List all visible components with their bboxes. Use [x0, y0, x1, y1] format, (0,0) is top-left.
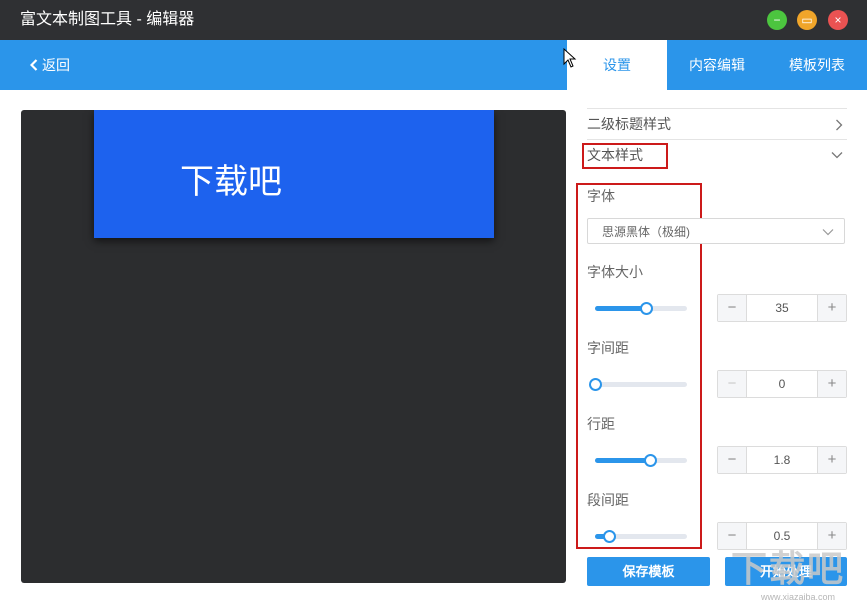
slider-knob[interactable] — [644, 454, 658, 467]
tab-content-edit[interactable]: 内容编辑 — [667, 40, 767, 90]
increment-button[interactable]: + — [817, 447, 846, 473]
font-size-slider[interactable] — [595, 302, 687, 315]
decrement-button[interactable]: − — [718, 523, 747, 549]
mouse-cursor-icon — [563, 48, 577, 68]
maximize-icon: ▭ — [801, 13, 813, 27]
tab-template-list[interactable]: 模板列表 — [767, 40, 867, 90]
preview-canvas[interactable]: 下载吧 — [21, 110, 566, 583]
preview-text[interactable]: 下载吧 — [180, 154, 282, 203]
paragraph-spacing-stepper[interactable]: − 0.5 + — [717, 522, 847, 550]
increment-button[interactable]: + — [817, 523, 846, 549]
slider-knob[interactable] — [639, 302, 653, 315]
app-title: 富文本制图工具 - 编辑器 — [20, 11, 195, 28]
section-subheading-style[interactable]: 二级标题样式 — [587, 108, 847, 140]
increment-button[interactable]: + — [817, 295, 846, 321]
toolbar: 返回 设置 内容编辑 模板列表 — [0, 40, 867, 90]
chevron-down-icon — [822, 229, 834, 236]
letter-spacing-slider[interactable] — [589, 378, 687, 391]
paragraph-spacing-label: 段间距 — [587, 492, 629, 508]
chevron-down-icon — [831, 152, 843, 159]
line-height-value[interactable]: 1.8 — [747, 447, 817, 473]
chevron-right-icon — [836, 119, 843, 131]
start-processing-button[interactable]: 开始处理 — [725, 557, 847, 586]
section-label: 二级标题样式 — [587, 116, 671, 132]
increment-button[interactable]: + — [817, 371, 846, 397]
paragraph-spacing-slider[interactable] — [595, 530, 687, 543]
decrement-button[interactable]: − — [718, 295, 747, 321]
font-size-value[interactable]: 35 — [747, 295, 817, 321]
tab-settings[interactable]: 设置 — [567, 40, 667, 90]
letter-spacing-stepper[interactable]: − 0 + — [717, 370, 847, 398]
back-label: 返回 — [42, 57, 70, 73]
preview-block[interactable]: 下载吧 — [94, 110, 494, 238]
font-select-value: 思源黑体（极细) — [602, 225, 690, 239]
font-select[interactable]: 思源黑体（极细) — [587, 218, 845, 244]
decrement-button[interactable]: − — [718, 371, 747, 397]
back-button[interactable]: 返回 — [29, 40, 70, 90]
minimize-button[interactable]: − — [767, 10, 787, 30]
slider-fill — [595, 306, 646, 311]
chevron-left-icon — [29, 59, 38, 71]
font-label: 字体 — [587, 188, 615, 204]
settings-panel: 二级标题样式 文本样式 字体 思源黑体（极细) 字体大小 − 35 + 字间距 … — [567, 90, 867, 605]
paragraph-spacing-value[interactable]: 0.5 — [747, 523, 817, 549]
close-icon: × — [834, 13, 842, 27]
close-button[interactable]: × — [828, 10, 848, 30]
font-size-label: 字体大小 — [587, 264, 643, 280]
maximize-button[interactable]: ▭ — [797, 10, 817, 30]
line-height-label: 行距 — [587, 416, 615, 432]
decrement-button[interactable]: − — [718, 447, 747, 473]
letter-spacing-label: 字间距 — [587, 340, 629, 356]
section-text-style[interactable]: 文本样式 — [587, 140, 847, 170]
line-height-stepper[interactable]: − 1.8 + — [717, 446, 847, 474]
font-size-stepper[interactable]: − 35 + — [717, 294, 847, 322]
letter-spacing-value[interactable]: 0 — [747, 371, 817, 397]
line-height-slider[interactable] — [595, 454, 687, 467]
section-label: 文本样式 — [587, 147, 643, 163]
save-template-button[interactable]: 保存模板 — [587, 557, 710, 586]
minimize-icon: − — [773, 13, 781, 27]
slider-fill — [595, 458, 651, 463]
title-bar: 富文本制图工具 - 编辑器 − ▭ × — [0, 0, 867, 40]
slider-knob[interactable] — [602, 530, 616, 543]
slider-knob[interactable] — [589, 378, 602, 391]
